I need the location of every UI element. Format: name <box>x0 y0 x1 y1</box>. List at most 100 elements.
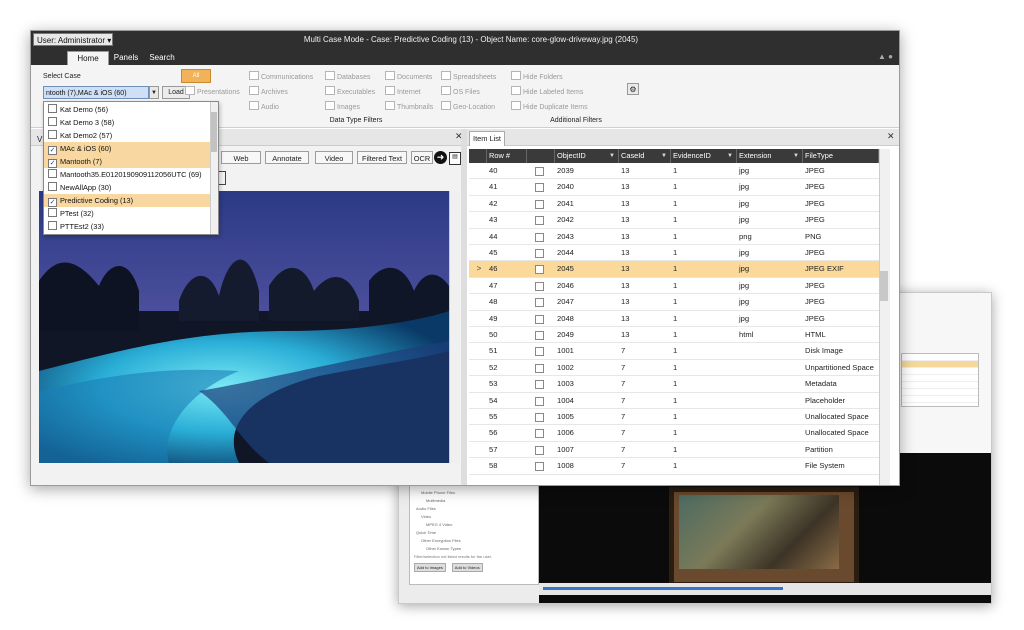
window-controls[interactable]: ▲ ● <box>878 52 893 61</box>
case-dropdown-scroll-thumb[interactable] <box>211 112 217 152</box>
row-checkbox[interactable] <box>535 462 544 472</box>
case-option[interactable]: Mantooth35.E0120190909112056UTC (69) <box>44 168 210 181</box>
filter-icon[interactable]: ▼ <box>609 149 615 163</box>
case-option[interactable]: ✓ Predictive Coding (13) <box>44 194 210 207</box>
tree-action-button[interactable]: Add to Images <box>414 563 446 572</box>
filter-geo-location[interactable]: Geo-Location <box>441 101 495 111</box>
filter-audio[interactable]: Audio <box>249 101 279 111</box>
column-header-checkbox[interactable] <box>527 149 555 163</box>
row-checkbox[interactable] <box>535 281 544 291</box>
table-row[interactable]: 43 2042 13 1 jpg JPEG <box>469 212 879 229</box>
tree-item[interactable]: Mobile Phone Files <box>421 489 534 496</box>
table-row[interactable]: 55 1005 7 1 Unallocated Space <box>469 409 879 426</box>
column-header-row[interactable]: Row # <box>487 149 527 163</box>
filter-presentations[interactable]: Presentations <box>185 86 240 96</box>
table-row[interactable]: 41 2040 13 1 jpg JPEG <box>469 179 879 196</box>
row-checkbox[interactable] <box>535 347 544 357</box>
table-row[interactable]: 49 2048 13 1 jpg JPEG <box>469 311 879 327</box>
row-checkbox[interactable] <box>535 429 544 439</box>
tree-item[interactable]: Other Encryption Files <box>421 537 534 544</box>
tab-video[interactable]: Video <box>315 151 353 164</box>
row-checkbox[interactable] <box>535 216 544 226</box>
all-button[interactable]: All <box>181 69 211 83</box>
item-list-scroll-thumb[interactable] <box>880 271 888 301</box>
table-row[interactable]: 54 1004 7 1 Placeholder <box>469 393 879 409</box>
table-row[interactable]: 42 2041 13 1 jpg JPEG <box>469 196 879 213</box>
column-header-objectid[interactable]: ObjectID ▼ <box>555 149 619 163</box>
tab-filtered-text[interactable]: Filtered Text <box>357 151 407 164</box>
case-checkbox[interactable] <box>48 104 57 113</box>
table-row[interactable]: 47 2046 13 1 jpg JPEG <box>469 278 879 295</box>
table-row[interactable]: 51 1001 7 1 Disk Image <box>469 343 879 360</box>
case-checkbox[interactable] <box>48 169 57 178</box>
case-checkbox[interactable] <box>48 221 57 230</box>
case-option[interactable]: PTTEst2 (33) <box>44 220 210 233</box>
tab-web[interactable]: Web <box>221 151 261 164</box>
column-header-evidenceid[interactable]: EvidenceID ▼ <box>671 149 737 163</box>
chevron-down-icon[interactable]: ▼ <box>149 86 159 99</box>
column-header-filetype[interactable]: FileType <box>803 149 879 163</box>
column-header-extension[interactable]: Extension ▼ <box>737 149 803 163</box>
row-checkbox[interactable] <box>535 396 544 406</box>
table-row[interactable]: 53 1003 7 1 Metadata <box>469 376 879 393</box>
row-checkbox[interactable] <box>535 331 544 340</box>
tree-action-button[interactable]: Add to Videos <box>451 563 483 572</box>
user-menu-button[interactable]: User: Administrator ▾ <box>33 33 113 46</box>
case-checkbox[interactable] <box>48 182 57 191</box>
filter-communications[interactable]: Communications <box>249 71 313 81</box>
gear-icon[interactable]: ⚙ <box>627 83 639 95</box>
table-row[interactable]: 48 2047 13 1 jpg JPEG <box>469 294 879 311</box>
row-checkbox[interactable] <box>535 413 544 422</box>
table-row[interactable]: 56 1006 7 1 Unallocated Space <box>469 425 879 442</box>
case-option[interactable]: Kat Demo2 (57) <box>44 129 210 142</box>
case-checkbox[interactable] <box>48 208 57 217</box>
case-checkbox[interactable]: ✓ <box>48 159 57 168</box>
tab-annotate[interactable]: Annotate <box>265 151 309 164</box>
filter-icon[interactable]: ▼ <box>793 149 799 163</box>
document-icon[interactable]: ▤ <box>449 152 461 165</box>
filter-icon[interactable]: ▼ <box>661 149 667 163</box>
row-checkbox[interactable] <box>535 380 544 390</box>
close-icon[interactable]: ✕ <box>887 131 895 142</box>
tab-panels[interactable]: Panels <box>109 51 143 65</box>
filter-os-files[interactable]: OS Files <box>441 86 480 96</box>
tab-home[interactable]: Home <box>67 51 109 66</box>
case-combo[interactable]: ntooth (7),MAc & iOS (60) <box>43 86 149 99</box>
table-row[interactable]: 40 2039 13 1 jpg JPEG <box>469 163 879 180</box>
tree-item[interactable]: Multimedia <box>426 497 534 504</box>
table-row[interactable]: 50 2049 13 1 html HTML <box>469 327 879 344</box>
case-option[interactable]: ✓ MAc & iOS (60) <box>44 142 210 155</box>
case-checkbox[interactable] <box>48 117 57 126</box>
row-checkbox[interactable] <box>535 445 544 455</box>
item-list-scrollbar[interactable] <box>879 149 890 485</box>
row-checkbox[interactable] <box>535 232 544 242</box>
filter-internet[interactable]: Internet <box>385 86 421 96</box>
row-checkbox[interactable] <box>535 265 544 275</box>
secondary-progress-bar[interactable] <box>539 583 991 595</box>
case-option[interactable]: Kat Demo 3 (58) <box>44 116 210 129</box>
hide-labeled-toggle[interactable]: Hide Labeled Items <box>511 86 583 96</box>
case-option[interactable]: ✓ Mantooth (7) <box>44 155 210 168</box>
table-row[interactable]: 58 1008 7 1 File System <box>469 458 879 475</box>
tab-item-list[interactable]: Item List <box>469 131 505 146</box>
tree-item[interactable]: Video <box>421 513 534 520</box>
column-header-caseid[interactable]: CaseId ▼ <box>619 149 671 163</box>
filter-documents[interactable]: Documents <box>385 71 432 81</box>
arrow-right-icon[interactable]: ➜ <box>434 151 447 164</box>
panel-splitter[interactable] <box>461 129 467 485</box>
case-option[interactable]: NewAllApp (30) <box>44 181 210 194</box>
row-checkbox[interactable] <box>535 298 544 308</box>
filter-executables[interactable]: Executables <box>325 86 375 96</box>
row-checkbox[interactable] <box>535 167 544 176</box>
tree-item[interactable]: Audio Files <box>416 505 534 512</box>
tab-ocr[interactable]: OCR <box>411 151 433 164</box>
image-scrollbar[interactable] <box>449 191 460 463</box>
table-row[interactable]: 44 2043 13 1 png PNG <box>469 229 879 245</box>
case-option[interactable]: Kat Demo (56) <box>44 103 210 116</box>
case-option[interactable]: PTest (32) <box>44 207 210 220</box>
table-row[interactable]: >46 2045 13 1 jpg JPEG EXIF <box>469 261 879 278</box>
row-checkbox[interactable] <box>535 199 544 209</box>
tree-item[interactable]: Other Known Types <box>426 545 534 552</box>
row-checkbox[interactable] <box>535 363 544 373</box>
table-row[interactable]: 52 1002 7 1 Unpartitioned Space <box>469 360 879 377</box>
